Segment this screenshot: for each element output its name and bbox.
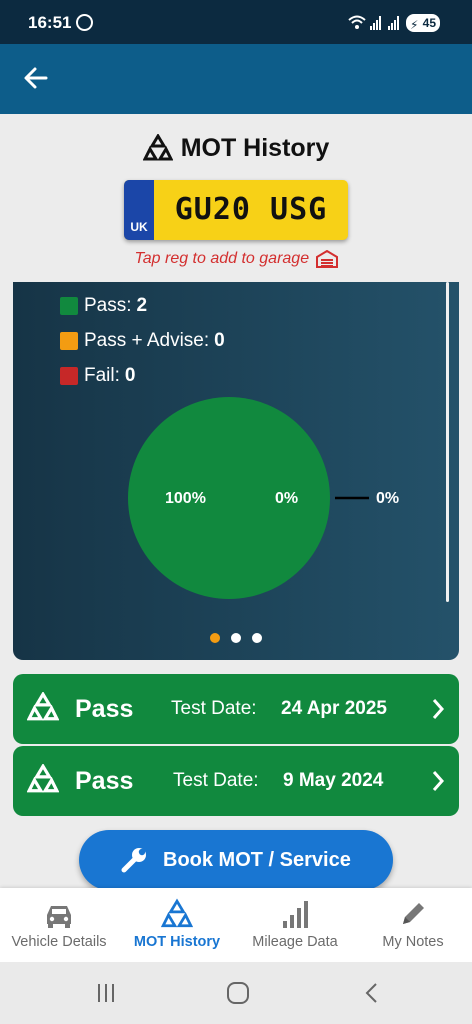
signal-icon: [370, 14, 381, 30]
page-indicator: [13, 633, 459, 643]
mot-triangle-icon: [161, 898, 193, 928]
system-navigation-bar: [0, 962, 472, 1024]
page-dot-3[interactable]: [252, 633, 262, 643]
nav-mileage-data[interactable]: Mileage Data: [236, 888, 354, 962]
nav-my-notes[interactable]: My Notes: [354, 888, 472, 962]
chevron-right-icon: [432, 699, 445, 719]
pie-label-fail: 0%: [376, 490, 400, 507]
page-dot-2[interactable]: [231, 633, 241, 643]
pie-slice-pass: [128, 397, 330, 599]
garage-icon: [315, 250, 338, 268]
wrench-icon: [121, 848, 146, 873]
home-icon[interactable]: [226, 981, 250, 1005]
mot-triangle-icon: [142, 134, 173, 161]
status-bar: 16:51 ⚡ 45: [0, 0, 472, 44]
signal-icon-2: [388, 14, 399, 30]
battery-level: 45: [422, 16, 436, 30]
pie-label-pass-advise: 0%: [275, 490, 299, 507]
nav-label: Vehicle Details: [11, 934, 107, 950]
mot-triangle-icon: [27, 692, 59, 721]
add-to-garage-hint[interactable]: Tap reg to add to garage: [0, 250, 472, 268]
book-mot-label: Book MOT / Service: [163, 849, 351, 871]
plate-registration: GU20 USG: [174, 192, 328, 227]
pie-chart: [128, 397, 369, 599]
charging-bolt-icon: ⚡: [410, 18, 419, 32]
test-result-card[interactable]: Pass Test Date: 24 Apr 2025: [13, 674, 459, 744]
mot-summary-chart-card[interactable]: Pass: 2 Pass + Advise: 0 Fail: 0 100% 0%…: [13, 282, 459, 660]
car-icon: [47, 906, 71, 928]
plate-country-code: UK: [130, 220, 148, 234]
bar-signal-icon: [283, 901, 308, 928]
test-date-label: Test Date:: [173, 770, 259, 791]
nav-label: MOT History: [133, 934, 221, 950]
mot-triangle-icon: [27, 764, 59, 793]
pie-label-pass: 100%: [165, 490, 206, 507]
chevron-right-icon: [432, 771, 445, 791]
app-bar: [0, 44, 472, 114]
whatsapp-notification-icon: [76, 14, 93, 31]
add-to-garage-text: Tap reg to add to garage: [134, 250, 310, 268]
bottom-navigation: Vehicle Details MOT History Mileage Data…: [0, 888, 472, 962]
registration-plate[interactable]: UK GU20 USG: [124, 180, 348, 240]
pencil-icon: [403, 903, 424, 924]
test-date-label: Test Date:: [171, 698, 257, 719]
battery-indicator: ⚡ 45: [406, 14, 440, 32]
test-result: Pass: [75, 695, 134, 723]
system-back-icon[interactable]: [360, 981, 384, 1005]
test-result-card[interactable]: Pass Test Date: 9 May 2024: [13, 746, 459, 816]
test-result: Pass: [75, 767, 134, 795]
back-arrow-icon[interactable]: [20, 62, 52, 94]
page-dot-1[interactable]: [210, 633, 220, 643]
nav-label: Mileage Data: [252, 934, 338, 950]
status-time: 16:51: [28, 13, 72, 32]
recent-apps-icon[interactable]: [94, 981, 118, 1005]
wifi-icon: [348, 15, 366, 29]
page-header: MOT History: [0, 130, 472, 166]
nav-mot-history[interactable]: MOT History: [118, 888, 236, 962]
book-mot-button[interactable]: Book MOT / Service: [79, 830, 393, 890]
nav-label: My Notes: [382, 934, 444, 950]
plate-country-band: UK: [124, 180, 154, 240]
test-date: 9 May 2024: [283, 770, 384, 791]
page-title: MOT History: [180, 133, 330, 162]
nav-vehicle-details[interactable]: Vehicle Details: [0, 888, 118, 962]
test-date: 24 Apr 2025: [281, 698, 387, 719]
